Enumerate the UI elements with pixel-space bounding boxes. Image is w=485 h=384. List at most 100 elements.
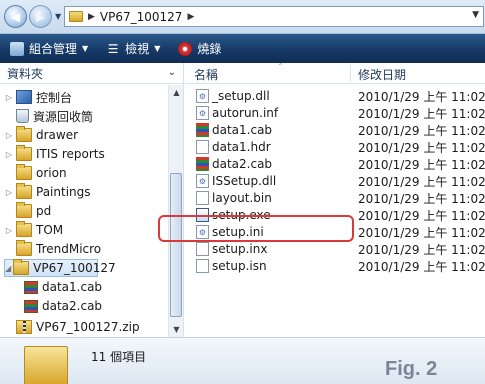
cab-icon	[196, 157, 209, 171]
tree-item-label: 資源回收筒	[33, 109, 94, 124]
file-row[interactable]: ⚙ ISSetup.dll 2010/1/29 上午 11:02	[185, 173, 485, 189]
file-name: _setup.dll	[212, 89, 270, 103]
tree-item-label: ITIS reports	[36, 147, 105, 161]
file-row[interactable]: layout.bin 2010/1/29 上午 11:02	[185, 190, 485, 206]
folder-icon	[16, 126, 32, 142]
dll-file-icon: ⚙	[196, 174, 209, 188]
burn-disc-icon	[178, 41, 193, 56]
folders-header-label: 資料夾	[7, 66, 44, 81]
address-input[interactable]: ▶ VP67_100127 ▶ ▼	[64, 6, 484, 27]
collapse-icon[interactable]: ◢	[5, 264, 11, 273]
tree-item-data2-cab[interactable]: data2.cab	[22, 297, 102, 315]
control-panel-icon	[16, 90, 32, 104]
views-icon: ☰	[107, 41, 119, 56]
column-header-row: ⌃ 名稱 修改日期	[185, 62, 485, 84]
tree-item-label: 控制台	[36, 90, 73, 105]
file-date: 2010/1/29 上午 11:02	[358, 140, 485, 155]
tree-item-label: Paintings	[36, 185, 91, 199]
expand-icon[interactable]: ▷	[4, 188, 14, 197]
tree-item-itis-reports[interactable]: ▷ ITIS reports	[4, 145, 105, 163]
file-row[interactable]: setup.isn 2010/1/29 上午 11:02	[185, 258, 485, 274]
tree-item-label: VP67_100127.zip	[36, 320, 140, 334]
forward-arrow-icon[interactable]: ▶	[29, 5, 52, 28]
tree-item-label: data1.cab	[42, 280, 103, 294]
hdr-file-icon	[196, 140, 209, 154]
cab-icon	[196, 123, 209, 137]
folder-icon	[16, 221, 32, 237]
folder-icon	[16, 240, 32, 256]
tree-item-label: TrendMicro	[36, 242, 102, 256]
folder-icon	[16, 145, 32, 161]
views-button[interactable]: ☰ 檢視 ▼	[106, 40, 161, 57]
tree-item-label: drawer	[36, 128, 79, 142]
file-date: 2010/1/29 上午 11:02	[358, 123, 485, 138]
tree-item-tom[interactable]: ▷ TOM	[4, 221, 63, 239]
toolbar: 組合管理 ▼ ☰ 檢視 ▼ 燒錄	[0, 34, 485, 63]
isn-file-icon	[196, 259, 209, 273]
tree-item-data1-cab[interactable]: data1.cab	[22, 278, 102, 296]
setup-exe-highlight	[158, 215, 354, 242]
organize-icon	[10, 41, 24, 56]
tree-item-paintings[interactable]: ▷ Paintings	[4, 183, 91, 201]
file-row[interactable]: setup.inx 2010/1/29 上午 11:02	[185, 241, 485, 257]
scroll-down-icon[interactable]: ▼	[169, 322, 184, 337]
tree-item-label: data2.cab	[42, 299, 103, 313]
file-row[interactable]: ⚙ autorun.inf 2010/1/29 上午 11:02	[185, 105, 485, 121]
folders-header[interactable]: 資料夾 ⌄	[0, 63, 184, 84]
recycle-bin-icon	[16, 109, 29, 123]
tree-item-control-panel[interactable]: ▷ 控制台	[4, 88, 72, 106]
chevron-down-icon[interactable]: ⌄	[168, 67, 176, 78]
sort-ascending-icon: ⌃	[277, 62, 284, 71]
address-dropdown-icon[interactable]: ▼	[472, 10, 479, 20]
tree-item-trendmicro[interactable]: TrendMicro	[4, 240, 101, 258]
scroll-up-icon[interactable]: ▲	[169, 85, 184, 100]
expand-icon[interactable]: ▷	[4, 93, 14, 102]
burn-label: 燒錄	[197, 42, 222, 56]
file-name: setup.isn	[212, 259, 267, 273]
details-pane: 11 個項目 Fig. 2	[0, 337, 485, 384]
file-row[interactable]: data1.hdr 2010/1/29 上午 11:02	[185, 139, 485, 155]
organize-button[interactable]: 組合管理 ▼	[10, 40, 88, 57]
tree-item-vp67-zip[interactable]: VP67_100127.zip	[14, 318, 140, 336]
file-date: 2010/1/29 上午 11:02	[358, 225, 485, 240]
chevron-down-icon: ▼	[154, 44, 161, 53]
expand-icon[interactable]: ▷	[4, 150, 14, 159]
burn-button[interactable]: 燒錄	[178, 40, 221, 57]
file-list-pane: ⌃ 名稱 修改日期 ⚙ _setup.dll 2010/1/29 上午 11:0…	[185, 62, 485, 337]
folder-tree-pane: 資料夾 ⌄ ▷ 控制台 資源回收筒 ▷ drawer ▷ ITIS report…	[0, 63, 184, 337]
expand-icon[interactable]: ▷	[4, 226, 14, 235]
item-count: 11 個項目	[91, 350, 147, 364]
file-name: data2.cab	[212, 157, 273, 171]
file-date: 2010/1/29 上午 11:02	[358, 89, 485, 104]
chevron-right-icon[interactable]: ▶	[187, 12, 194, 22]
file-row[interactable]: data1.cab 2010/1/29 上午 11:02	[185, 122, 485, 138]
chevron-down-icon: ▼	[82, 44, 89, 53]
back-arrow-icon[interactable]: ◀	[4, 5, 27, 28]
bin-file-icon	[196, 191, 209, 205]
folder-icon	[69, 11, 83, 22]
tree-item-pd[interactable]: pd	[4, 202, 51, 220]
file-date: 2010/1/29 上午 11:02	[358, 242, 485, 257]
tree-item-label: VP67_100127	[33, 261, 116, 275]
file-date: 2010/1/29 上午 11:02	[358, 191, 485, 206]
chevron-right-icon[interactable]: ▶	[88, 12, 95, 22]
expand-icon[interactable]: ▷	[4, 131, 14, 140]
folder-tree-scrollbar[interactable]: ▲ ▼	[168, 85, 183, 337]
file-row[interactable]: data2.cab 2010/1/29 上午 11:02	[185, 156, 485, 172]
address-path[interactable]: VP67_100127	[100, 10, 183, 24]
tree-item-orion[interactable]: orion	[4, 164, 67, 182]
history-dropdown-icon[interactable]: ▼	[55, 12, 61, 21]
file-row[interactable]: ⚙ _setup.dll 2010/1/29 上午 11:02	[185, 88, 485, 104]
views-label: 檢視	[125, 42, 150, 56]
inx-file-icon	[196, 242, 209, 256]
tree-item-vp67[interactable]: ◢ VP67_100127	[4, 259, 116, 277]
inf-file-icon: ⚙	[196, 106, 209, 120]
tree-item-drawer[interactable]: ▷ drawer	[4, 126, 78, 144]
scrollbar-thumb[interactable]	[170, 173, 182, 317]
cab-icon	[24, 299, 38, 313]
column-header-date[interactable]: 修改日期	[358, 66, 406, 83]
column-header-name[interactable]: 名稱	[194, 66, 218, 83]
column-divider[interactable]	[350, 65, 351, 82]
tree-item-recycle-bin[interactable]: 資源回收筒	[4, 107, 93, 125]
folder-icon	[13, 259, 30, 275]
